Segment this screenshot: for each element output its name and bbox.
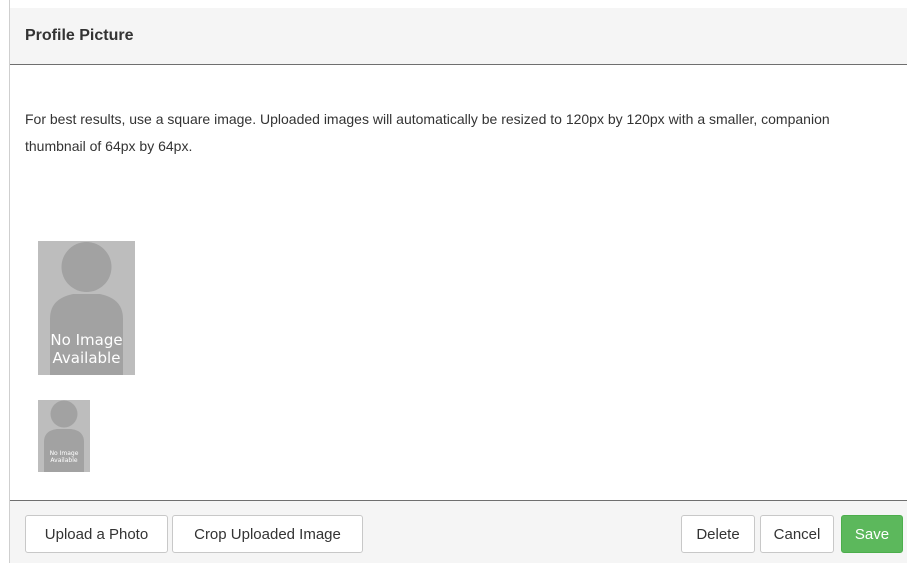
save-button[interactable]: Save: [841, 515, 903, 553]
delete-button[interactable]: Delete: [681, 515, 755, 553]
profile-image-thumbnail: No Image Available: [38, 400, 90, 472]
no-image-label-small: No Image Available: [49, 450, 79, 464]
upload-photo-button[interactable]: Upload a Photo: [25, 515, 168, 553]
dialog-body: For best results, use a square image. Up…: [10, 66, 907, 500]
cancel-button[interactable]: Cancel: [760, 515, 834, 553]
profile-image-large: No Image Available: [38, 241, 135, 375]
crop-image-button[interactable]: Crop Uploaded Image: [172, 515, 363, 553]
help-text: For best results, use a square image. Up…: [25, 111, 830, 154]
dialog-footer: Upload a Photo Crop Uploaded Image Delet…: [10, 500, 907, 563]
profile-picture-dialog: Profile Picture For best results, use a …: [9, 0, 907, 563]
dialog-title: Profile Picture: [25, 27, 134, 44]
no-image-label: No Image Available: [50, 331, 123, 367]
dialog-header: Profile Picture: [10, 8, 907, 65]
